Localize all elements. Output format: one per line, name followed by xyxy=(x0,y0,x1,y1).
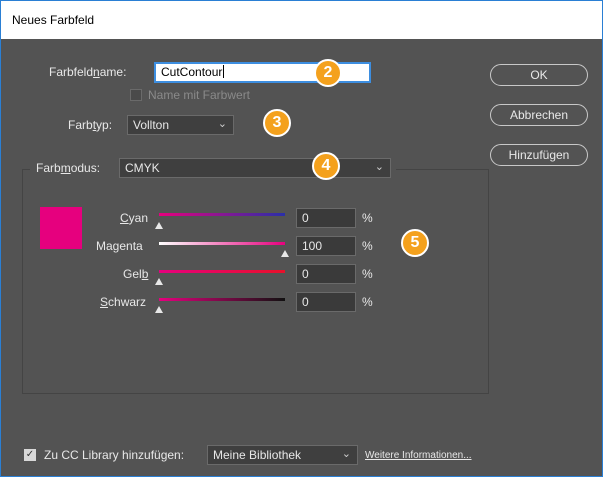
cyan-slider-track[interactable] xyxy=(159,213,285,216)
chevron-down-icon: ⌄ xyxy=(217,118,227,130)
yellow-label: Gelb xyxy=(123,267,149,281)
add-to-library-checkbox[interactable]: ✓ xyxy=(24,449,36,461)
add-button[interactable]: Hinzufügen xyxy=(490,144,588,166)
black-label: Schwarz xyxy=(100,295,147,309)
magenta-value-input[interactable]: 100 xyxy=(296,236,356,256)
callout-badge-2: 2 xyxy=(314,59,342,87)
cyan-percent-label: % xyxy=(362,211,373,225)
black-slider-track[interactable] xyxy=(159,298,285,301)
ok-button[interactable]: OK xyxy=(490,64,588,86)
swatch-name-label: Farbfeldname: xyxy=(49,65,127,79)
callout-badge-3: 3 xyxy=(263,109,291,137)
name-with-value-label: Name mit Farbwert xyxy=(148,88,251,102)
magenta-percent-label: % xyxy=(362,239,373,253)
window-title: Neues Farbfeld xyxy=(12,13,95,27)
cyan-slider-thumb[interactable] xyxy=(155,222,163,229)
magenta-label: Magenta xyxy=(96,239,143,253)
callout-badge-4: 4 xyxy=(312,152,340,180)
title-bar: Neues Farbfeld xyxy=(1,1,602,39)
dialog-window: Neues Farbfeld Farbfeldname: CutContour … xyxy=(0,0,603,477)
chevron-down-icon: ⌄ xyxy=(341,448,351,460)
more-info-link[interactable]: Weitere Informationen... xyxy=(365,450,472,461)
name-with-value-checkbox[interactable] xyxy=(130,89,142,101)
magenta-slider-track[interactable] xyxy=(159,242,285,245)
black-percent-label: % xyxy=(362,295,373,309)
color-mode-group xyxy=(22,169,489,394)
yellow-percent-label: % xyxy=(362,267,373,281)
callout-badge-5: 5 xyxy=(401,229,429,257)
cancel-button[interactable]: Abbrechen xyxy=(490,104,588,126)
color-mode-label: Farbmodus: xyxy=(36,161,101,175)
cyan-value-input[interactable]: 0 xyxy=(296,208,356,228)
yellow-value-input[interactable]: 0 xyxy=(296,264,356,284)
color-mode-select[interactable]: CMYK ⌄ xyxy=(119,158,391,178)
color-type-label: Farbtyp: xyxy=(68,118,113,132)
black-value-input[interactable]: 0 xyxy=(296,292,356,312)
cyan-label: Cyan xyxy=(120,211,149,225)
yellow-slider-track[interactable] xyxy=(159,270,285,273)
black-slider-thumb[interactable] xyxy=(155,306,163,313)
color-type-select[interactable]: Vollton ⌄ xyxy=(127,115,234,135)
magenta-slider-thumb[interactable] xyxy=(281,250,289,257)
library-select[interactable]: Meine Bibliothek ⌄ xyxy=(207,445,358,465)
add-to-library-label: Zu CC Library hinzufügen: xyxy=(44,448,185,462)
chevron-down-icon: ⌄ xyxy=(374,161,384,173)
yellow-slider-thumb[interactable] xyxy=(155,278,163,285)
color-preview-swatch xyxy=(40,207,82,249)
